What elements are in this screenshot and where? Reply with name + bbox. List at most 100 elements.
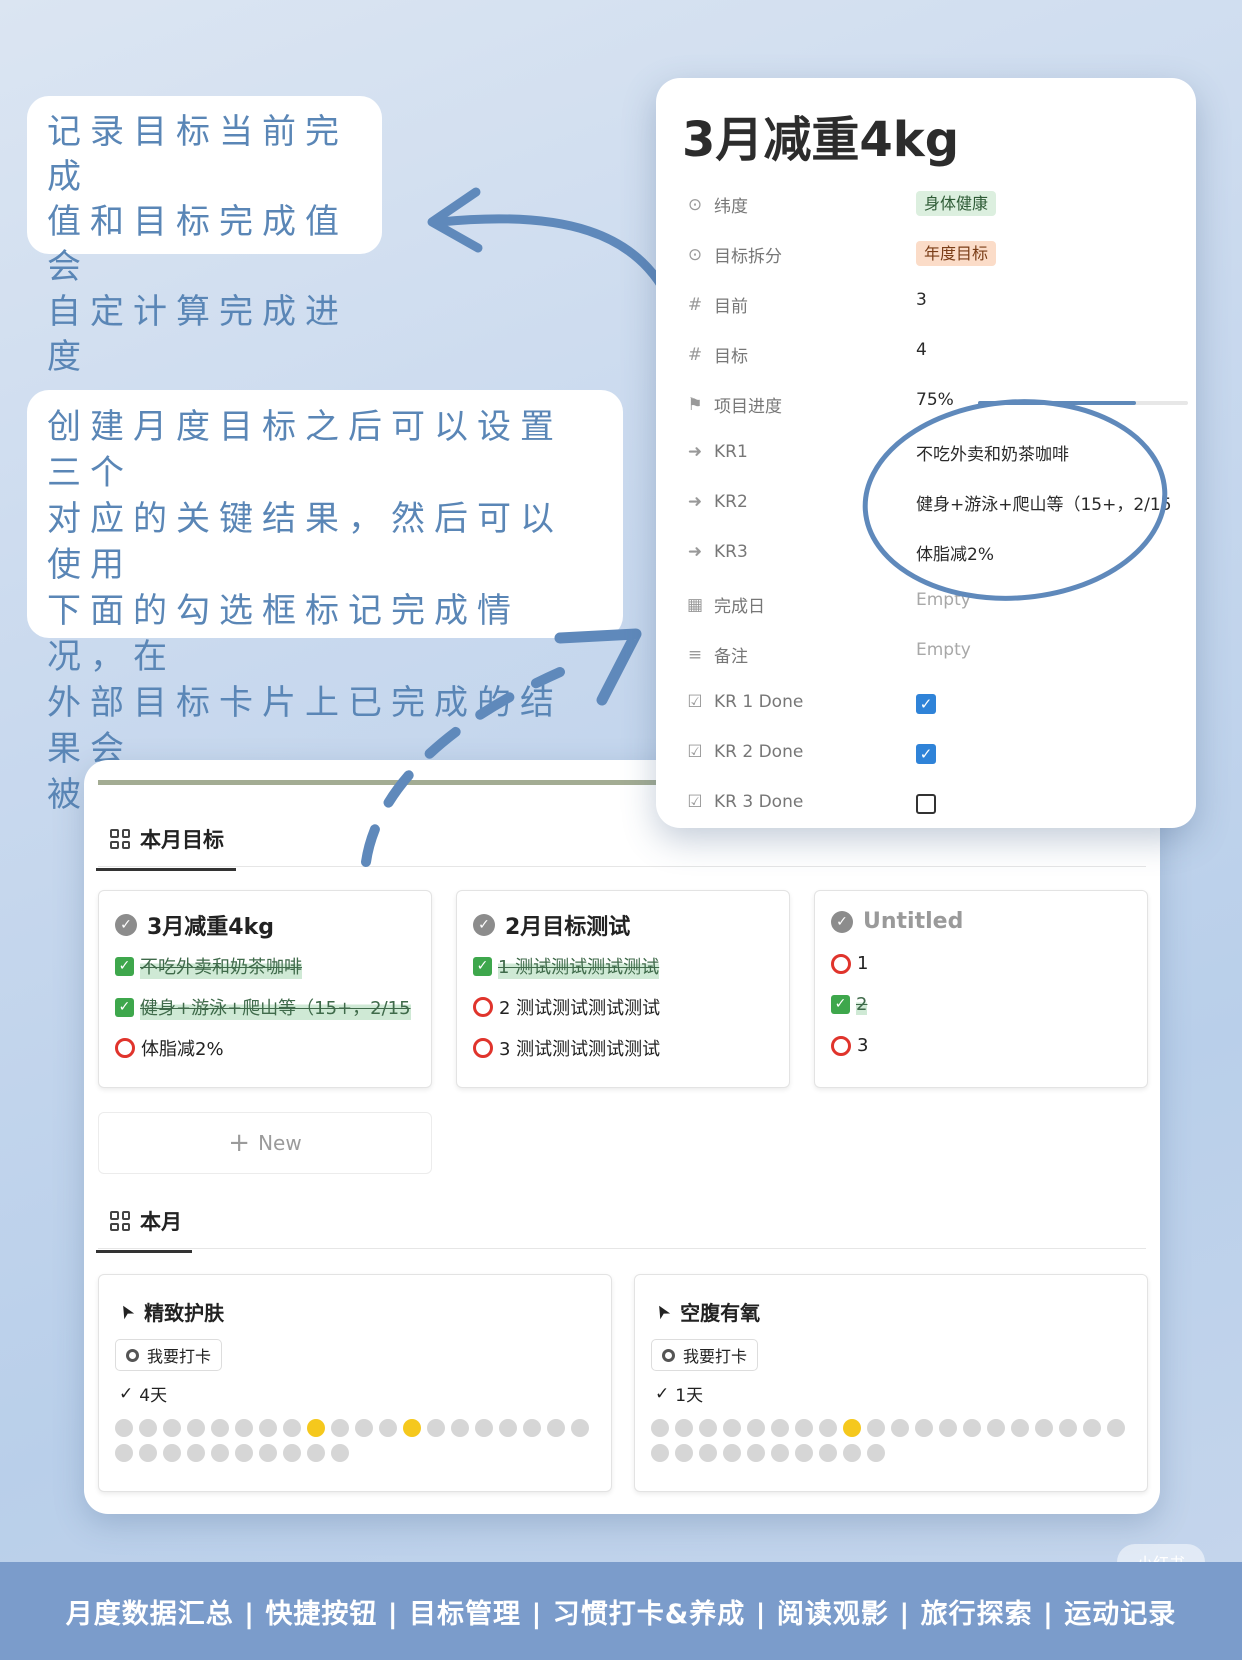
property-value[interactable]: 体脂减2% (916, 540, 994, 565)
day-dot (499, 1419, 517, 1437)
page-title: 3月减重4kg (682, 112, 960, 168)
day-dot (795, 1419, 813, 1437)
day-dot (747, 1444, 765, 1462)
property-row: ≡ 备注 Empty (686, 634, 1176, 674)
day-dot (187, 1444, 205, 1462)
day-dot (771, 1419, 789, 1437)
checkmark-icon: ✓ (655, 1383, 670, 1404)
day-dot (283, 1419, 301, 1437)
property-name: KR 2 Done (714, 742, 804, 762)
day-dot (355, 1419, 373, 1437)
goal-card[interactable]: ✓ 2月目标测试 ✓ 1 测试测试测试测试 2 测试测试测试测试 3 测试测试测试测试 (456, 890, 790, 1088)
kr-item: 1 (831, 953, 868, 974)
day-dot (675, 1419, 693, 1437)
check-box-icon: ✓ (115, 956, 134, 976)
property-value[interactable]: 健身+游泳+爬山等（15+，2/15 (916, 490, 1172, 515)
property-row: ➜ KR3 体脂减2% (686, 534, 1176, 574)
property-label: ▦ 完成日 (686, 592, 765, 618)
day-dot (259, 1444, 277, 1462)
property-row: # 目标 4 (686, 334, 1176, 374)
property-value[interactable]: 身体健康 (916, 190, 997, 216)
gallery-icon (110, 1211, 130, 1231)
checkin-button[interactable]: 我要打卡 (115, 1339, 223, 1371)
property-value (916, 794, 936, 814)
property-label: ➜ KR3 (686, 542, 748, 562)
property-name: 备注 (714, 647, 748, 667)
kr-text: 体脂减2% (141, 1039, 224, 1060)
property-name: KR2 (714, 492, 748, 512)
day-dot (139, 1419, 157, 1437)
property-name: KR 3 Done (714, 792, 804, 812)
day-dot (115, 1444, 133, 1462)
day-dot (651, 1444, 669, 1462)
property-row: ☑ KR 3 Done (686, 784, 1176, 824)
property-value[interactable]: 不吃外卖和奶茶咖啡 (916, 440, 1069, 465)
goal-card-title: ✓ 2月目标测试 (473, 909, 630, 941)
checkbox-checked[interactable]: ✓ (916, 744, 936, 764)
days-text: 1天 (675, 1386, 704, 1406)
checkbox-checked[interactable]: ✓ (916, 694, 936, 714)
property-value[interactable]: Empty (916, 590, 971, 610)
tag-badge: 身体健康 (916, 191, 997, 216)
property-name: KR3 (714, 542, 748, 562)
day-dot (819, 1444, 837, 1462)
day-dot (651, 1419, 669, 1437)
note-line: 对应的关键结果，然后可以使用 (47, 499, 563, 585)
tab-this-month[interactable]: 本月 (96, 1206, 192, 1253)
habit-card[interactable]: ➤ 空腹有氧我要打卡 ✓ 1天 (634, 1274, 1148, 1492)
goal-card[interactable]: ✓ 3月减重4kg ✓ 不吃外卖和奶茶咖啡 ✓ 健身+游泳+爬山等（15+，2/15 体脂减… (98, 890, 432, 1088)
day-dot (307, 1444, 325, 1462)
property-value[interactable]: 年度目标 (916, 240, 997, 266)
streak-days: ✓ 1天 (655, 1381, 704, 1407)
property-value[interactable]: 3 (916, 290, 927, 310)
tab-label: 本月目标 (140, 828, 224, 852)
cursor-icon: ➤ (649, 1299, 676, 1324)
annotation-note-progress: 记录目标当前完成 值和目标完成值会 自定计算完成进度 (27, 96, 382, 377)
goal-card-title: ✓ Untitled (831, 909, 963, 934)
kr-item: ✓ 健身+游泳+爬山等（15+，2/15 (115, 994, 411, 1020)
property-row: ▦ 完成日 Empty (686, 584, 1176, 624)
day-dot (547, 1419, 565, 1437)
property-value[interactable]: 75% (916, 390, 954, 410)
tab-label: 本月 (140, 1210, 182, 1234)
progress-fill (978, 401, 1136, 405)
note-line: 自定计算完成进度 (47, 292, 348, 377)
gallery-icon (110, 829, 130, 849)
check-box-icon: ✓ (473, 956, 492, 976)
property-value[interactable]: Empty (916, 640, 971, 660)
new-card-button[interactable]: + New (98, 1112, 432, 1174)
day-dot (771, 1444, 789, 1462)
property-value[interactable]: 4 (916, 340, 927, 360)
property-row: # 目前 3 (686, 284, 1176, 324)
kr-text: 2 (856, 994, 868, 1015)
day-dot (963, 1419, 981, 1437)
property-label: ☑ KR 3 Done (686, 792, 803, 812)
day-dot (891, 1419, 909, 1437)
property-name: 目标拆分 (714, 247, 782, 267)
select-icon: ⊙ (687, 194, 703, 215)
property-row: ⊙ 目标拆分 年度目标 (686, 234, 1176, 274)
habit-title: ➤ 空腹有氧 (650, 1297, 760, 1326)
arrow-icon: ➜ (687, 492, 703, 512)
property-row: ➜ KR2 健身+游泳+爬山等（15+，2/15 (686, 484, 1176, 524)
note-line: 值和目标完成值会 (47, 202, 348, 287)
day-dot (915, 1419, 933, 1437)
checkbox-icon: ☑ (687, 692, 703, 712)
day-dot (1059, 1419, 1077, 1437)
day-dot (379, 1419, 397, 1437)
number-icon: # (687, 294, 703, 315)
tab-monthly-goals[interactable]: 本月目标 (96, 824, 236, 871)
habit-card[interactable]: ➤ 精致护肤 我要打卡 ✓ 4天 (98, 1274, 612, 1492)
check-circle-icon: ✓ (473, 914, 495, 936)
day-dot (259, 1419, 277, 1437)
checkin-label: 我要打卡 (147, 1347, 212, 1366)
check-box-icon: ✓ (831, 995, 850, 1014)
checkin-button[interactable]: 我要打卡 (651, 1339, 759, 1371)
goal-card[interactable]: ✓ Untitled 1 ✓ 2 3 (814, 890, 1148, 1088)
day-dot (867, 1444, 885, 1462)
property-row: ⚑ 项目进度 75% (686, 384, 1188, 424)
day-dot-checked (843, 1419, 861, 1437)
checkbox-unchecked[interactable] (916, 794, 936, 814)
day-dot (115, 1419, 133, 1437)
property-label: ⊙ 目标拆分 (686, 242, 782, 268)
